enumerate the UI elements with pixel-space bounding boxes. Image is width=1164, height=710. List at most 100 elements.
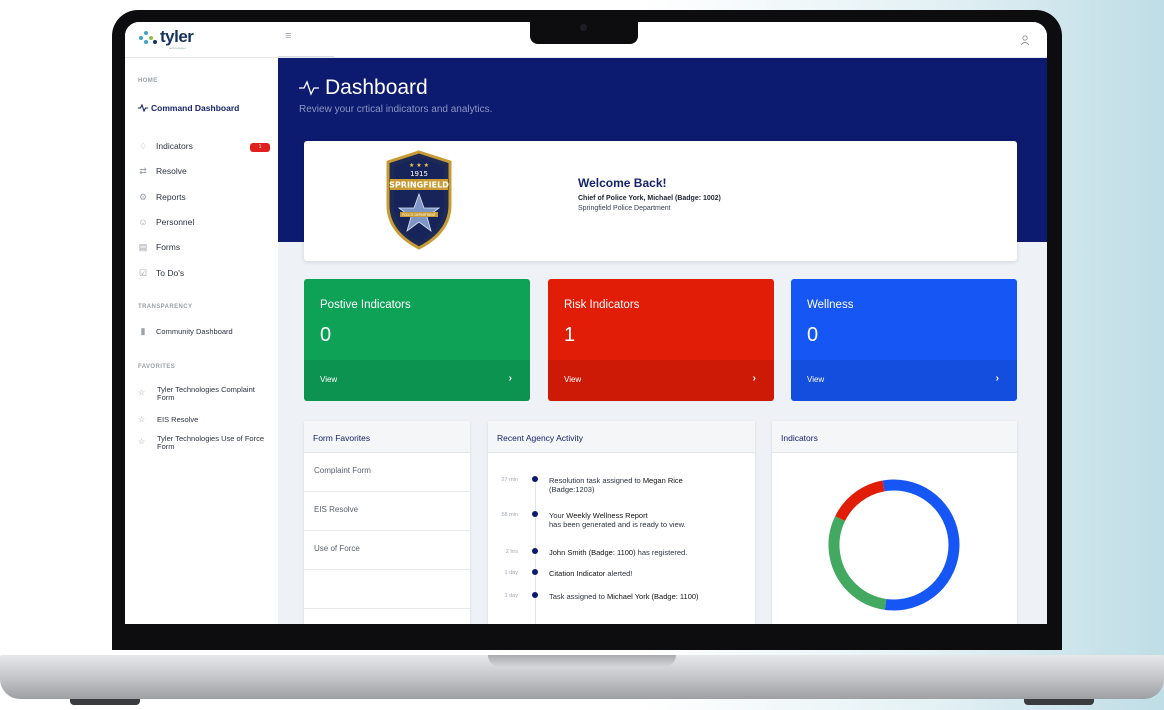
checkbox-icon: ☑ (138, 267, 148, 278)
welcome-card: ★ ★ ★ 1915 SPRINGFIELD POLICE DEPARTMENT… (304, 141, 1017, 261)
main-content: Dashboard Review your crtical indicators… (278, 58, 1047, 624)
sidebar-item-label: Community Dashboard (156, 326, 233, 336)
activity-text-pre: Your (549, 511, 567, 520)
activity-text-pre: Task assigned to (549, 592, 607, 601)
base-groove (488, 655, 676, 667)
laptop-foot (70, 699, 140, 705)
sidebar-item-label: Command Dashboard (151, 103, 240, 113)
section-favorites: FAVORITES (138, 364, 176, 370)
activity-text: John Smith (Badge: 1100) has registered. (549, 548, 749, 557)
view-label: View (564, 375, 582, 384)
recent-activity-panel: Recent Agency Activity 27 min Resolution… (488, 421, 755, 624)
panel-title: Form Favorites (304, 421, 470, 453)
favorite-item[interactable]: ☆ Tyler Technologies Complaint Form (138, 386, 267, 402)
personnel-icon: ☺ (138, 217, 148, 227)
activity-time: 27 min (501, 477, 518, 483)
card-title: Risk Indicators (564, 299, 640, 311)
page-title: Dashboard (299, 76, 428, 100)
activity-time: 1 day (504, 593, 518, 599)
activity-text: Your Weekly Wellness Report has been gene… (549, 511, 749, 529)
donut-segment-1[interactable] (824, 475, 963, 614)
indicators-count-badge: 1 (250, 143, 270, 152)
donut-segment-2[interactable] (824, 475, 963, 614)
sidebar-item-resolve[interactable]: ⇄ Resolve (138, 165, 187, 177)
pulse-icon (138, 103, 148, 113)
timeline-dot (532, 569, 538, 575)
star-icon: ☆ (138, 437, 146, 446)
sidebar-item-todos[interactable]: ☑ To Do's (138, 267, 185, 279)
sidebar: HOME Command Dashboard ♢ Indicators 1 ⇄ … (125, 58, 278, 624)
activity-text-strong: John Smith (Badge: 1100) (549, 548, 636, 557)
timeline-dot (532, 592, 538, 598)
bell-icon: ♢ (138, 140, 148, 151)
form-favorites-panel: Form Favorites Complaint Form EIS Resolv… (304, 421, 470, 624)
activity-time: 2 hrs (505, 549, 518, 555)
activity-text-strong: Michael York (Badge: 1100) (606, 592, 699, 601)
sidebar-item-label: Personnel (156, 217, 195, 227)
list-item[interactable]: Complaint Form (304, 453, 470, 492)
indicators-donut-chart (824, 475, 963, 614)
sidebar-item-community-dashboard[interactable]: ▮ Community Dashboard (138, 326, 233, 336)
sidebar-item-label: Forms (156, 242, 181, 252)
resolve-icon: ⇄ (139, 165, 147, 176)
tyler-logo[interactable]: tyler technologies (139, 28, 194, 50)
card-value: 0 (807, 324, 819, 346)
activity-text-post: alerted! (605, 569, 633, 578)
card-title: Postive Indicators (320, 299, 411, 311)
donut-segment-0[interactable] (824, 475, 963, 614)
star-icon: ☆ (138, 415, 146, 424)
sidebar-item-label: Resolve (156, 166, 187, 176)
favorite-item[interactable]: ☆ EIS Resolve (138, 416, 198, 424)
card-value: 1 (564, 324, 576, 346)
view-link[interactable]: View › (548, 360, 774, 401)
laptop-foot (1024, 699, 1094, 705)
sidebar-item-command-dashboard[interactable]: Command Dashboard (138, 103, 239, 113)
hamburger-menu-icon[interactable]: ≡ (285, 30, 291, 42)
activity-text-post: has been generated and is ready to view. (549, 520, 686, 529)
star-icon: ☆ (138, 388, 146, 397)
view-label: View (320, 375, 338, 384)
activity-text-post: has registered. (635, 548, 688, 557)
favorite-label: Tyler Technologies Complaint Form (157, 385, 255, 402)
card-title: Wellness (807, 299, 854, 311)
logo-subtext: technologies (169, 46, 186, 50)
sidebar-item-forms[interactable]: ▤ Forms (138, 242, 181, 253)
police-badge-logo: ★ ★ ★ 1915 SPRINGFIELD POLICE DEPARTMENT (386, 150, 452, 250)
favorite-label: Tyler Technologies Use of Force Form (157, 434, 264, 451)
view-link[interactable]: View › (791, 360, 1017, 401)
chevron-right-icon: › (995, 373, 999, 384)
activity-text-strong: Citation Indicator (549, 569, 606, 578)
screen: tyler technologies ≡ HOME Command Dashbo… (125, 22, 1047, 624)
divider (278, 56, 334, 57)
favorite-label: EIS Resolve (157, 415, 199, 424)
view-link[interactable]: View › (304, 360, 530, 401)
sidebar-item-label: Indicators (156, 141, 193, 151)
badge-year: 1915 (410, 170, 428, 178)
logo-mark-icon (139, 31, 157, 45)
svg-text:★ ★ ★: ★ ★ ★ (409, 162, 429, 169)
sidebar-item-reports[interactable]: ⚙ Reports (138, 192, 186, 203)
page-title-text: Dashboard (325, 76, 428, 99)
favorite-item[interactable]: ☆ Tyler Technologies Use of Force Form (138, 435, 267, 451)
user-icon[interactable] (1019, 34, 1031, 46)
sidebar-item-personnel[interactable]: ☺ Personnel (138, 217, 194, 227)
activity-time: 58 min (501, 512, 518, 518)
activity-time: 1 day (504, 570, 518, 576)
risk-indicators-card: Risk Indicators 1 View › (548, 279, 774, 401)
pulse-icon (299, 80, 319, 96)
sidebar-item-indicators[interactable]: ♢ Indicators (138, 140, 193, 152)
sidebar-item-label: To Do's (156, 268, 185, 278)
positive-indicators-card: Postive Indicators 0 View › (304, 279, 530, 401)
card-value: 0 (320, 324, 332, 346)
camera-notch (530, 14, 638, 44)
list-item[interactable]: EIS Resolve (304, 492, 470, 531)
badge-city: SPRINGFIELD (389, 181, 449, 190)
page-subtitle: Review your crtical indicators and analy… (299, 104, 493, 115)
timeline-dot (532, 511, 538, 517)
view-label: View (807, 375, 825, 384)
list-item (304, 570, 470, 609)
activity-text: Task assigned to Michael York (Badge: 11… (549, 592, 749, 601)
sidebar-item-label: Reports (156, 192, 186, 202)
welcome-user: Chief of Police York, Michael (Badge: 10… (578, 195, 721, 202)
list-item[interactable]: Use of Force (304, 531, 470, 570)
